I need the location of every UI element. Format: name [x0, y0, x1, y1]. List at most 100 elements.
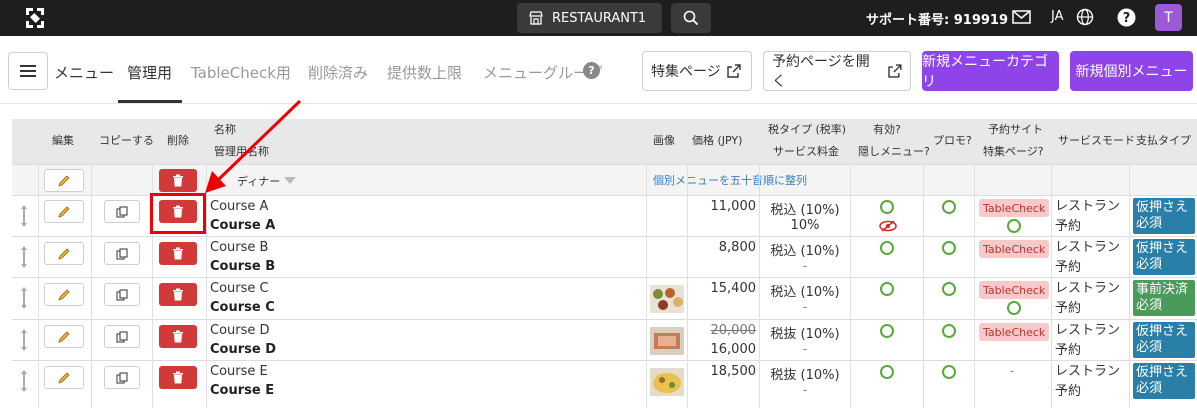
- trash-icon: [173, 174, 183, 187]
- pencil-icon: [58, 371, 70, 384]
- promo-check-icon: [942, 200, 956, 214]
- hidden-eye-icon: [879, 220, 897, 232]
- payment-type-badge: 事前決済必須: [1133, 280, 1195, 316]
- pencil-icon: [58, 288, 70, 301]
- service-fee: -: [802, 300, 808, 315]
- store-icon: [529, 11, 543, 25]
- header-payment-type: 支払タイプ: [1136, 134, 1191, 147]
- admin-name: Course D: [210, 342, 277, 357]
- column-divider: [91, 164, 92, 408]
- service-mode: レストラン予約: [1055, 323, 1121, 358]
- search-icon: [683, 10, 699, 26]
- delete-button[interactable]: [159, 283, 197, 306]
- service-fee: -: [802, 342, 808, 357]
- copy-icon: [116, 205, 128, 218]
- sort-alphabetical-link[interactable]: 個別メニューを五十音順に整列: [653, 172, 807, 188]
- booking-site-badge: TableCheck: [979, 199, 1050, 217]
- admin-name: Course A: [210, 218, 276, 233]
- pencil-icon: [58, 205, 70, 218]
- column-divider: [850, 164, 851, 408]
- active-tab-underline: [118, 100, 182, 103]
- header-valid: 有効?: [873, 123, 901, 136]
- feature-page-button[interactable]: 特集ページ: [642, 51, 752, 91]
- edit-button[interactable]: [44, 200, 84, 223]
- category-delete-button[interactable]: [159, 169, 197, 192]
- category-name[interactable]: ディナー: [237, 173, 297, 189]
- column-divider: [974, 164, 975, 408]
- header-tax: 税タイプ (税率): [768, 123, 847, 136]
- open-booking-label: 予約ページを開く: [772, 54, 870, 90]
- menu-name: Course B: [210, 240, 269, 255]
- column-divider: [646, 164, 647, 408]
- service-mode: レストラン予約: [1055, 281, 1121, 316]
- header-copy: コピーする: [99, 134, 154, 147]
- tab-admin[interactable]: 管理用: [127, 62, 172, 83]
- edit-button[interactable]: [44, 325, 84, 348]
- payment-type-badge: 仮押さえ必須: [1133, 198, 1195, 234]
- open-booking-page-button[interactable]: 予約ページを開く: [763, 51, 911, 91]
- table-row: Course C Course C 15,400 税込 (10%) - Tabl…: [12, 277, 1197, 319]
- price: 11,000: [710, 199, 757, 214]
- edit-button[interactable]: [44, 366, 84, 389]
- header-service-mode: サービスモード: [1058, 134, 1135, 147]
- promo-check-icon: [942, 324, 956, 338]
- annotation-highlight-box: [150, 193, 206, 234]
- search-button[interactable]: [671, 3, 711, 33]
- copy-button[interactable]: [104, 283, 140, 306]
- language-label[interactable]: JA: [1051, 9, 1064, 24]
- svg-text:?: ?: [1123, 11, 1131, 26]
- category-row: ディナー 個別メニューを五十音順に整列: [12, 164, 1197, 195]
- delete-button[interactable]: [159, 325, 197, 348]
- tax-type: 税抜 (10%): [770, 327, 840, 342]
- external-link-icon: [727, 64, 741, 78]
- feature-check-icon: [1007, 219, 1021, 233]
- header-admin-name: 管理用名称: [214, 145, 269, 158]
- help-icon[interactable]: ?: [1117, 8, 1136, 27]
- copy-button[interactable]: [104, 242, 140, 265]
- new-menu-item-button[interactable]: 新規個別メニュー: [1070, 51, 1193, 91]
- tab-tablecheck[interactable]: TableCheck用: [191, 62, 291, 83]
- tab-quantity-limit[interactable]: 提供数上限: [387, 62, 462, 83]
- table-row: Course B Course B 8,800 税込 (10%) - Table…: [12, 236, 1197, 277]
- drag-handle-icon[interactable]: [21, 205, 27, 227]
- hamburger-menu-button[interactable]: [8, 52, 48, 90]
- category-edit-button[interactable]: [44, 169, 84, 192]
- menu-name: Course C: [210, 281, 269, 296]
- drag-handle-icon[interactable]: [21, 370, 27, 392]
- drag-handle-icon[interactable]: [21, 329, 27, 351]
- delete-button[interactable]: [159, 242, 197, 265]
- tab-deleted[interactable]: 削除済み: [308, 62, 368, 83]
- table-row: Course D Course D 20,000 16,000 税抜 (10%)…: [12, 319, 1197, 360]
- valid-check-icon: [880, 365, 894, 379]
- service-fee: -: [802, 383, 808, 398]
- column-divider: [923, 164, 924, 408]
- tax-type: 税込 (10%): [770, 244, 840, 259]
- booking-site-value: -: [1009, 364, 1015, 379]
- new-menu-category-button[interactable]: 新規メニューカテゴリ: [922, 51, 1059, 91]
- copy-button[interactable]: [104, 200, 140, 223]
- promo-check-icon: [942, 365, 956, 379]
- edit-button[interactable]: [44, 283, 84, 306]
- feature-check-icon: [1007, 301, 1021, 315]
- globe-icon[interactable]: [1076, 8, 1094, 26]
- delete-button[interactable]: [159, 366, 197, 389]
- drag-handle-icon[interactable]: [21, 287, 27, 309]
- question-icon[interactable]: ?: [583, 62, 600, 79]
- copy-icon: [116, 330, 128, 343]
- header-feature-page: 特集ページ?: [983, 145, 1044, 158]
- header-image: 画像: [653, 134, 675, 147]
- user-avatar[interactable]: T: [1155, 4, 1182, 31]
- copy-button[interactable]: [104, 366, 140, 389]
- edit-button[interactable]: [44, 242, 84, 265]
- drag-handle-icon[interactable]: [21, 246, 27, 268]
- admin-name: Course E: [210, 383, 275, 398]
- mail-icon[interactable]: [1012, 9, 1031, 25]
- restaurant-selector[interactable]: RESTAURANT1: [517, 3, 662, 33]
- copy-button[interactable]: [104, 325, 140, 348]
- top-bar: RESTAURANT1 サポート番号: 919919 JA ? T: [0, 0, 1197, 36]
- header-booking-site: 予約サイト: [988, 123, 1043, 136]
- logo-icon[interactable]: [22, 6, 48, 30]
- header-hidden: 隠しメニュー?: [858, 145, 930, 158]
- service-mode: レストラン予約: [1055, 199, 1121, 234]
- pencil-icon: [58, 330, 70, 343]
